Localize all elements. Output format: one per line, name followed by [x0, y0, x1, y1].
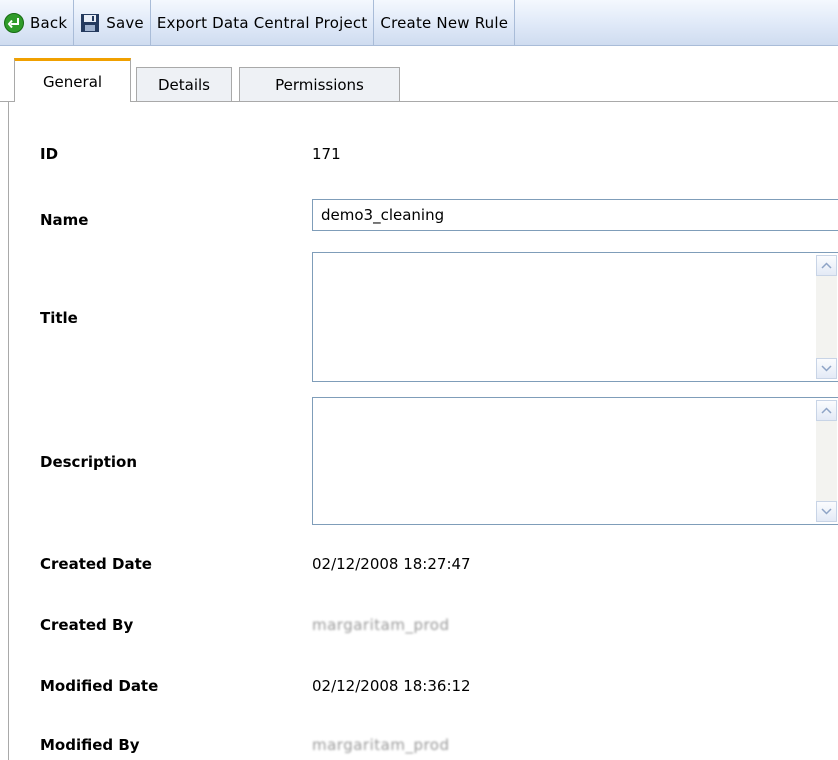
save-button-label: Save	[106, 13, 144, 32]
created-date-value: 02/12/2008 18:27:47	[312, 555, 471, 573]
tab-details-label: Details	[157, 75, 210, 94]
tab-permissions[interactable]: Permissions	[239, 67, 400, 101]
created-date-label: Created Date	[40, 555, 152, 573]
description-scrollbar[interactable]	[816, 400, 837, 522]
scroll-down-icon[interactable]	[816, 501, 837, 522]
toolbar: Back Save Export Data Central Project Cr…	[0, 0, 838, 46]
id-label: ID	[40, 145, 59, 163]
description-label: Description	[40, 453, 138, 471]
scroll-up-icon[interactable]	[816, 255, 837, 276]
title-scrollbar[interactable]	[816, 255, 837, 379]
floppy-disk-icon	[81, 13, 100, 32]
export-button-label: Export Data Central Project	[156, 13, 368, 32]
back-button-label: Back	[30, 13, 68, 32]
back-arrow-icon	[4, 12, 24, 33]
content-frame-border	[8, 102, 9, 760]
back-button[interactable]: Back	[0, 0, 75, 45]
id-value: 171	[312, 145, 341, 163]
scroll-down-icon[interactable]	[816, 358, 837, 379]
name-field[interactable]: demo3_cleaning	[312, 199, 838, 231]
title-textarea[interactable]	[312, 252, 838, 382]
created-by-label: Created By	[40, 616, 134, 634]
modified-date-value: 02/12/2008 18:36:12	[312, 677, 471, 695]
created-by-value: margaritam_prod	[312, 616, 450, 634]
tab-details[interactable]: Details	[136, 67, 232, 101]
modified-date-label: Modified Date	[40, 677, 159, 695]
title-label: Title	[40, 309, 78, 327]
modified-by-label: Modified By	[40, 736, 140, 754]
tab-permissions-label: Permissions	[275, 75, 364, 94]
export-data-central-project-button[interactable]: Export Data Central Project	[151, 0, 375, 45]
save-button[interactable]: Save	[74, 0, 151, 45]
modified-by-value: margaritam_prod	[312, 736, 450, 754]
scroll-up-icon[interactable]	[816, 400, 837, 421]
create-rule-button-label: Create New Rule	[380, 13, 509, 32]
tab-general-label: General	[42, 73, 103, 91]
tab-general[interactable]: General	[14, 58, 131, 102]
create-new-rule-button[interactable]: Create New Rule	[374, 0, 516, 45]
name-label: Name	[40, 211, 89, 229]
description-textarea[interactable]	[312, 397, 838, 525]
